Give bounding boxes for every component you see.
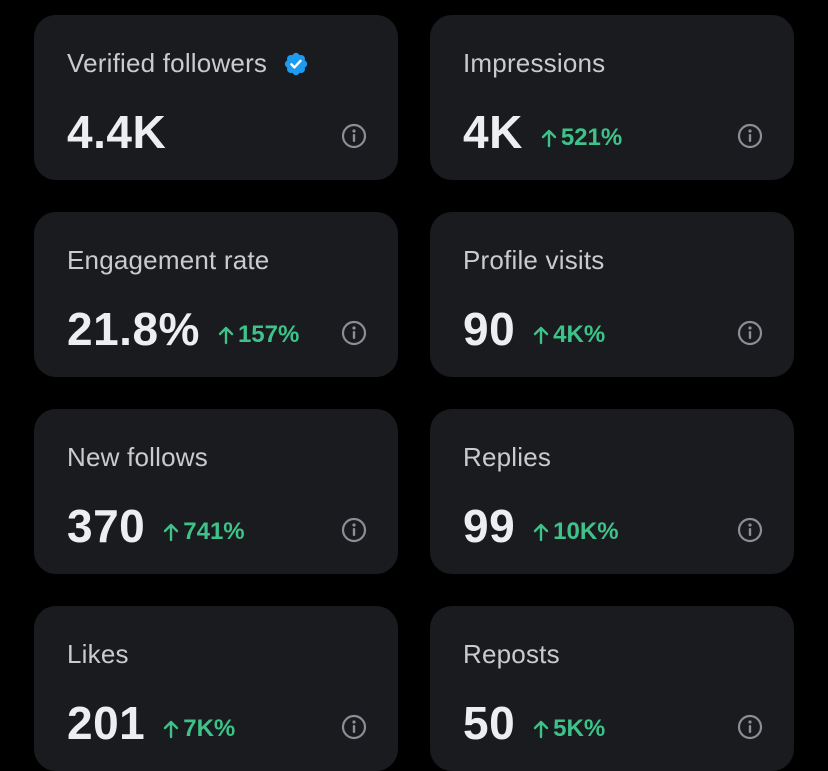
metric-label: Impressions	[463, 48, 606, 78]
metric-card-profile-visits[interactable]: Profile visits 90 4K%	[430, 212, 794, 377]
metric-label: Profile visits	[463, 245, 605, 275]
info-icon[interactable]	[737, 517, 763, 543]
metric-label: Verified followers	[67, 48, 268, 78]
metric-value: 370	[67, 500, 146, 552]
arrow-up-icon	[533, 523, 549, 542]
metric-value: 90	[463, 303, 516, 355]
metric-label: Reposts	[463, 639, 560, 669]
metric-delta: 5K%	[533, 715, 605, 743]
metric-value: 4K	[463, 106, 523, 158]
metric-card-reposts[interactable]: Reposts 50 5K%	[430, 606, 794, 771]
metric-delta: 7K%	[163, 715, 235, 743]
info-icon[interactable]	[737, 123, 763, 149]
metric-delta-value: 10K%	[553, 518, 619, 545]
metric-card-verified-followers[interactable]: Verified followers 4.4K	[34, 15, 398, 180]
metric-value-row: 21.8% 157%	[67, 302, 299, 356]
arrow-up-icon	[533, 720, 549, 739]
arrow-up-icon	[164, 523, 179, 542]
metric-delta: 10K%	[533, 518, 619, 546]
verified-badge-icon	[285, 52, 308, 75]
metric-card-engagement-rate[interactable]: Engagement rate 21.8% 157%	[34, 212, 398, 377]
metric-value: 99	[463, 500, 516, 552]
metric-delta: 741%	[163, 518, 245, 546]
metric-value: 4.4K	[67, 106, 167, 158]
metric-delta: 521%	[541, 124, 622, 152]
metric-label-row: Profile visits	[463, 245, 605, 276]
metric-value: 50	[463, 697, 516, 749]
metric-value: 201	[67, 697, 146, 749]
metric-value-row: 90 4K%	[463, 302, 605, 356]
metric-label-row: Replies	[463, 442, 551, 473]
metric-label: Likes	[67, 639, 129, 669]
metric-label: Replies	[463, 442, 552, 472]
metric-label-row: Verified followers	[67, 48, 309, 79]
metric-card-impressions[interactable]: Impressions 4K 521%	[430, 15, 794, 180]
metric-value-row: 99 10K%	[463, 499, 619, 553]
metric-value-row: 201 7K%	[67, 696, 235, 750]
metric-delta-value: 741%	[183, 518, 245, 545]
metric-delta-value: 521%	[560, 124, 623, 151]
info-icon[interactable]	[341, 517, 367, 543]
metrics-grid: Verified followers 4.4K Impressions 4K 5…	[34, 15, 794, 771]
metric-value: 21.8%	[67, 303, 200, 355]
metric-label-row: Impressions	[463, 48, 605, 79]
metric-value-row: 50 5K%	[463, 696, 605, 750]
info-icon[interactable]	[737, 320, 763, 346]
metric-value-row: 4K 521%	[463, 105, 622, 159]
arrow-up-icon	[533, 326, 549, 345]
metric-label-row: New follows	[67, 442, 208, 473]
info-icon[interactable]	[341, 123, 367, 149]
metric-label-row: Likes	[67, 639, 129, 670]
metric-card-replies[interactable]: Replies 99 10K%	[430, 409, 794, 574]
metric-label: Engagement rate	[67, 245, 270, 275]
metric-delta: 4K%	[533, 321, 605, 349]
metric-delta-value: 4K%	[553, 321, 606, 348]
metric-label-row: Engagement rate	[67, 245, 269, 276]
metric-value-row: 4.4K	[67, 105, 166, 159]
metric-delta-value: 5K%	[553, 715, 606, 742]
metric-delta-value: 157%	[237, 321, 300, 348]
metric-delta-value: 7K%	[183, 715, 236, 742]
arrow-up-icon	[218, 326, 234, 345]
info-icon[interactable]	[737, 714, 763, 740]
metric-card-likes[interactable]: Likes 201 7K%	[34, 606, 398, 771]
info-icon[interactable]	[341, 320, 367, 346]
metric-label: New follows	[67, 442, 208, 472]
metric-delta: 157%	[218, 321, 299, 349]
arrow-up-icon	[164, 720, 179, 739]
arrow-up-icon	[541, 129, 557, 148]
metric-card-new-follows[interactable]: New follows 370 741%	[34, 409, 398, 574]
info-icon[interactable]	[341, 714, 367, 740]
metric-value-row: 370 741%	[67, 499, 245, 553]
metric-label-row: Reposts	[463, 639, 560, 670]
